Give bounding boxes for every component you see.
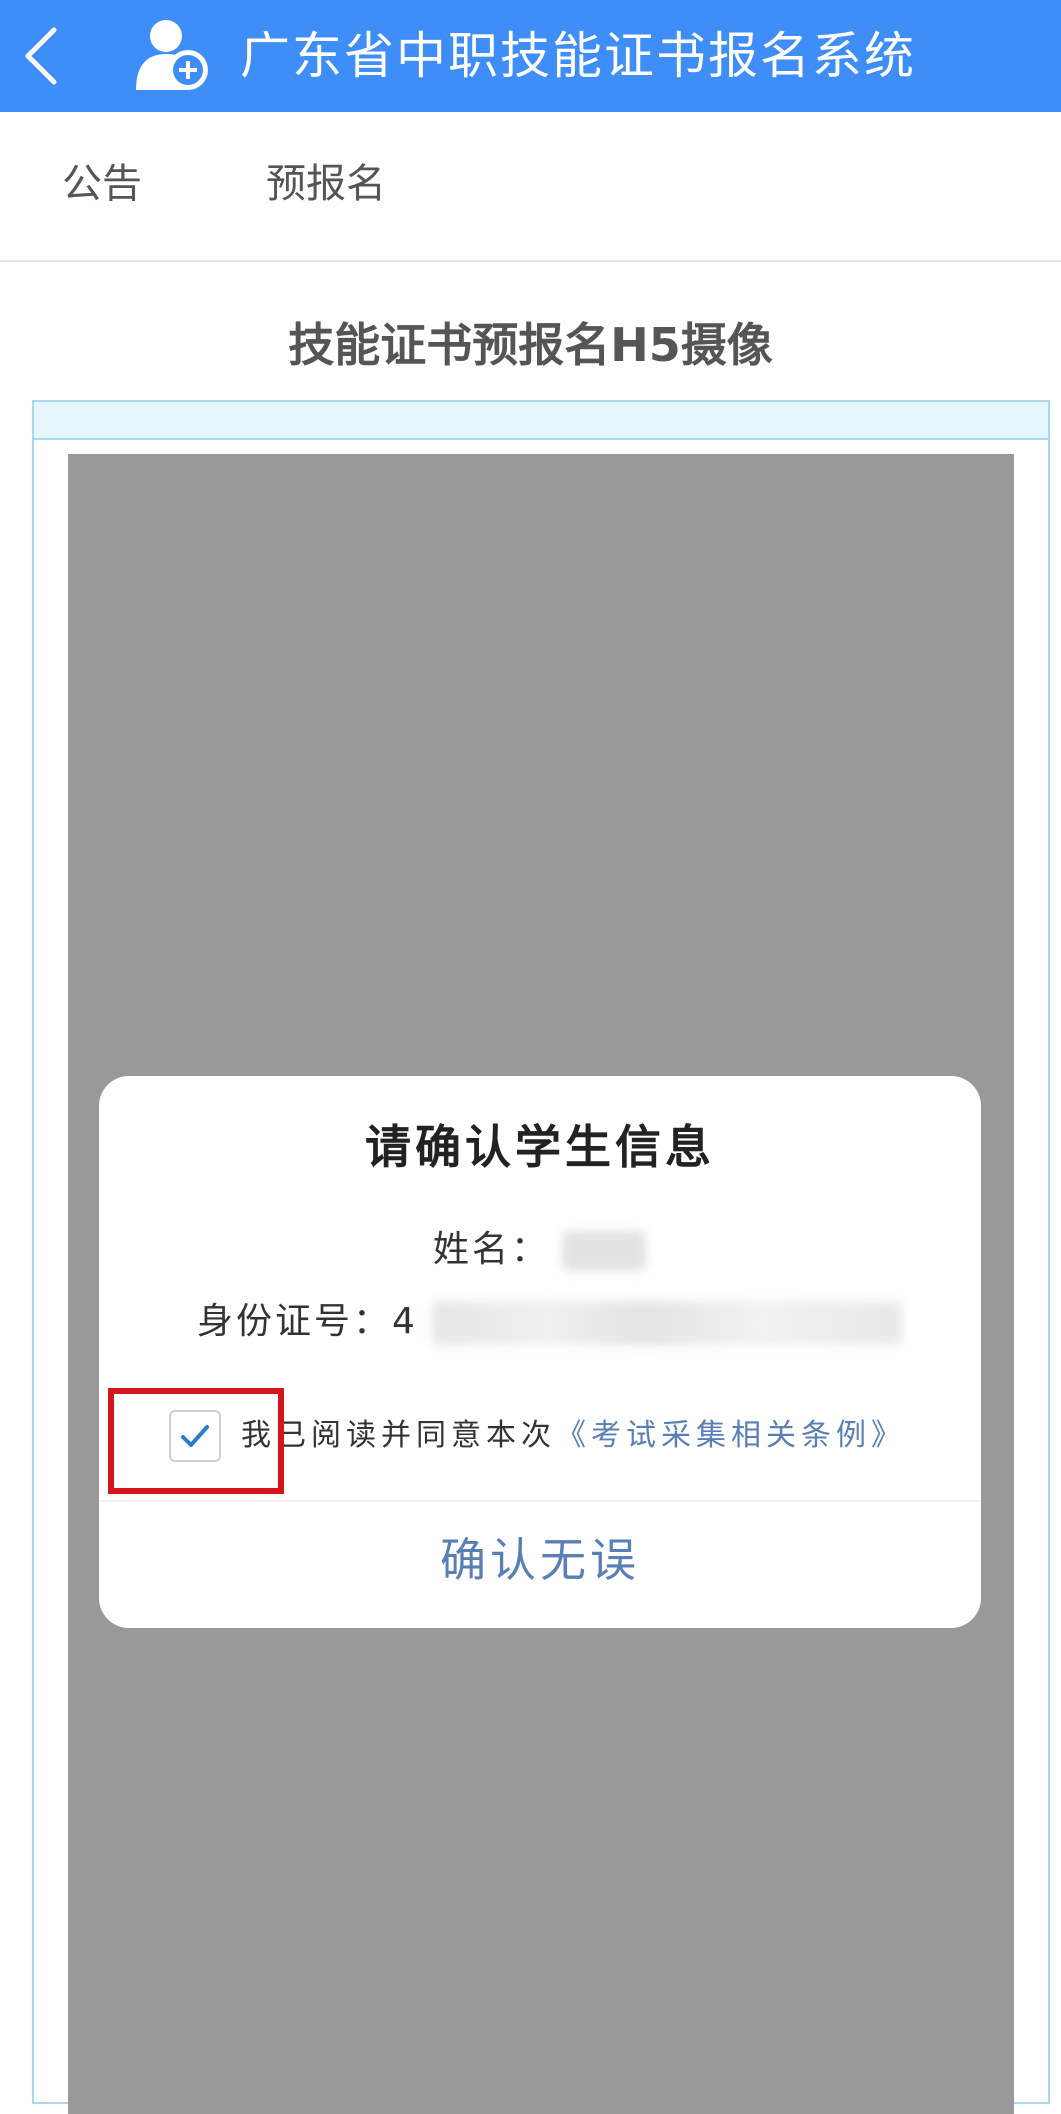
regulations-link[interactable]: 《考试采集相关条例》 (556, 1418, 906, 1453)
page-title: 技能证书预报名H5摄像 (288, 318, 773, 372)
id-value-prefix: 4 (392, 1301, 418, 1342)
chevron-left-icon (25, 27, 57, 85)
app-title: 广东省中职技能证书报名系统 (240, 27, 916, 85)
checkbox-highlight-box (108, 1388, 284, 1494)
agreement-row: 我已阅读并同意本次《考试采集相关条例》 (169, 1406, 969, 1470)
app-bar: 广东省中职技能证书报名系统 (0, 0, 1061, 112)
confirm-button[interactable]: 确认无误 (99, 1502, 981, 1628)
frame-header-strip (34, 402, 1048, 440)
confirm-student-dialog: 请确认学生信息 姓名： 身份证号：4 我已阅读并同意本次《考试采集相关条例》 确… (99, 1076, 981, 1628)
dialog-title: 请确认学生信息 (365, 1120, 715, 1174)
tab-announcement[interactable]: 公告 (62, 156, 142, 212)
back-button[interactable] (16, 22, 72, 90)
id-value-redacted (431, 1301, 902, 1345)
user-add-icon (132, 16, 214, 94)
agreement-statement: 我已阅读并同意本次 (241, 1418, 556, 1453)
tab-pre-registration[interactable]: 预报名 (266, 156, 386, 212)
tab-bar: 公告 预报名 (0, 112, 1061, 262)
agreement-text: 我已阅读并同意本次《考试采集相关条例》 (241, 1410, 906, 1462)
id-label: 身份证号： (197, 1301, 393, 1342)
name-value-redacted (562, 1231, 647, 1271)
id-row: 身份证号：4 (197, 1294, 902, 1350)
name-row: 姓名： (433, 1222, 647, 1278)
name-label: 姓名： (433, 1229, 551, 1270)
